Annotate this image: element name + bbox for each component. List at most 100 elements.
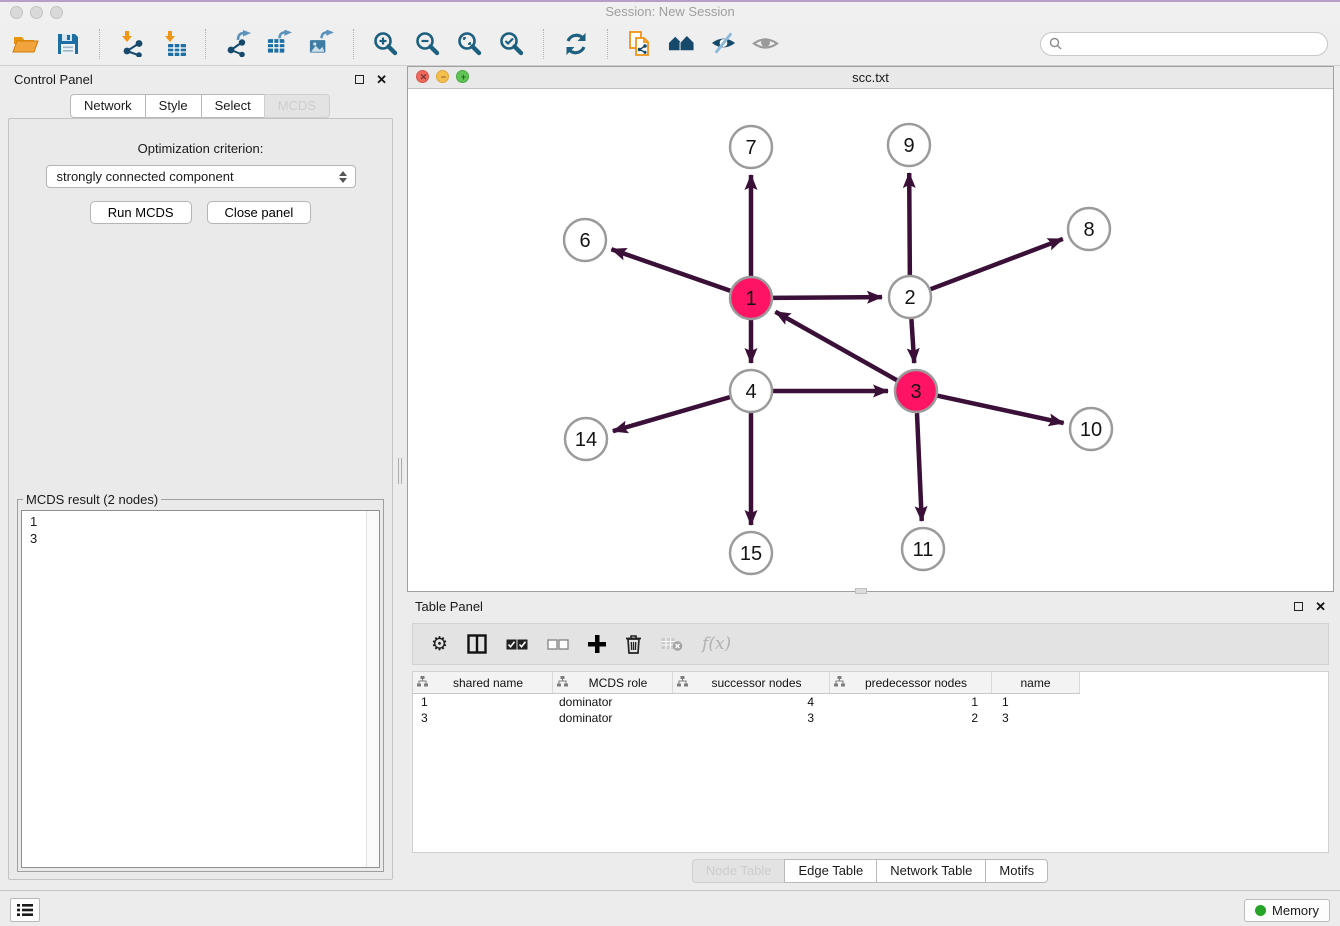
export-network-icon[interactable]	[224, 30, 251, 57]
graph-node-1[interactable]: 1	[730, 277, 772, 319]
graph-edge-3-1[interactable]	[775, 312, 896, 380]
delete-columns-icon[interactable]	[625, 631, 642, 657]
table-cell[interactable]: 1	[413, 695, 553, 709]
select-all-columns-icon[interactable]	[506, 631, 528, 657]
table-cell[interactable]: 3	[992, 711, 1080, 725]
window-close-button[interactable]	[10, 6, 23, 19]
window-minimize-button[interactable]	[30, 6, 43, 19]
horizontal-splitter-handle[interactable]	[855, 588, 867, 594]
table-cell[interactable]: 3	[673, 711, 830, 725]
table-options-icon[interactable]: ⚙	[431, 631, 448, 657]
column-header-name[interactable]: name	[992, 672, 1080, 693]
graph-node-label: 2	[904, 287, 915, 309]
select-stepper-icon	[339, 171, 347, 183]
column-header-shared-name[interactable]: shared name	[413, 672, 553, 693]
criterion-select[interactable]: strongly connected component	[46, 165, 356, 188]
column-header-successor-nodes[interactable]: successor nodes	[673, 672, 830, 693]
task-history-button[interactable]	[10, 898, 40, 922]
graph-edge-1-6[interactable]	[611, 249, 730, 291]
graph-edge-1-2[interactable]	[773, 297, 882, 298]
graph-edge-4-14[interactable]	[613, 397, 730, 431]
node-table[interactable]: shared name MCDS role successor nodes prede…	[412, 671, 1329, 853]
graph-node-8[interactable]: 8	[1068, 208, 1110, 250]
tab-network[interactable]: Network	[70, 94, 146, 118]
zoom-in-icon[interactable]	[372, 30, 399, 57]
column-label: successor nodes	[688, 676, 825, 690]
column-label: MCDS role	[568, 676, 668, 690]
graph-edge-3-10[interactable]	[937, 396, 1063, 423]
graph-edge-2-8[interactable]	[931, 239, 1063, 289]
float-table-panel-icon[interactable]	[1294, 602, 1303, 611]
result-scrollbar[interactable]	[366, 511, 379, 867]
tab-motifs[interactable]: Motifs	[985, 859, 1048, 883]
mcds-result-box[interactable]: 13	[21, 510, 380, 868]
window-zoom-button[interactable]	[50, 6, 63, 19]
table-cell[interactable]: 1	[992, 695, 1080, 709]
close-panel-icon[interactable]: ✕	[376, 73, 387, 86]
graph-edge-3-11[interactable]	[917, 413, 922, 521]
tab-network-table[interactable]: Network Table	[876, 859, 986, 883]
tab-mcds[interactable]: MCDS	[264, 94, 330, 118]
graph-node-6[interactable]: 6	[564, 219, 606, 261]
column-header-mcds-role[interactable]: MCDS role	[553, 672, 673, 693]
close-panel-button[interactable]: Close panel	[207, 201, 312, 224]
zoom-selected-icon[interactable]	[498, 30, 525, 57]
graph-node-2[interactable]: 2	[889, 276, 931, 318]
network-graph[interactable]: 7 9 6 8 1 2 4 3 14 10 15 11	[408, 89, 1333, 591]
status-bar: Memory	[0, 890, 1340, 926]
export-image-icon[interactable]	[308, 30, 335, 57]
graph-edge-2-9[interactable]	[909, 173, 910, 275]
run-mcds-button[interactable]: Run MCDS	[90, 201, 192, 224]
vertical-splitter-handle[interactable]	[398, 458, 402, 484]
table-cell[interactable]: 1	[830, 695, 992, 709]
network-maximize-button[interactable]: +	[456, 70, 469, 83]
table-cell[interactable]: 3	[413, 711, 553, 725]
tab-style[interactable]: Style	[145, 94, 202, 118]
search-input[interactable]	[1067, 34, 1327, 54]
table-cell[interactable]: dominator	[553, 695, 673, 709]
table-cell[interactable]: 4	[673, 695, 830, 709]
table-cell[interactable]: dominator	[553, 711, 673, 725]
network-canvas[interactable]: 7 9 6 8 1 2 4 3 14 10 15 11	[408, 89, 1333, 591]
hide-selected-icon[interactable]	[710, 30, 737, 57]
refresh-icon[interactable]	[562, 30, 589, 57]
tab-edge-table[interactable]: Edge Table	[784, 859, 877, 883]
zoom-out-icon[interactable]	[414, 30, 441, 57]
float-panel-icon[interactable]	[355, 75, 364, 84]
control-panel-tabs: NetworkStyleSelectMCDS	[6, 94, 395, 118]
export-table-icon[interactable]	[266, 30, 293, 57]
open-session-icon[interactable]	[12, 30, 39, 57]
graph-node-11[interactable]: 11	[902, 528, 944, 570]
graph-node-4[interactable]: 4	[730, 370, 772, 412]
graph-node-15[interactable]: 15	[730, 532, 772, 574]
show-all-icon[interactable]	[752, 30, 779, 57]
save-session-icon[interactable]	[54, 30, 81, 57]
search-box[interactable]	[1040, 32, 1328, 56]
column-header-predecessor-nodes[interactable]: predecessor nodes	[830, 672, 992, 693]
first-neighbors-icon[interactable]	[668, 30, 695, 57]
zoom-fit-icon[interactable]	[456, 30, 483, 57]
graph-node-14[interactable]: 14	[565, 418, 607, 460]
unselect-all-columns-icon[interactable]	[547, 631, 569, 657]
network-close-button[interactable]: ✕	[416, 70, 429, 83]
table-cell[interactable]: 2	[830, 711, 992, 725]
import-table-icon[interactable]	[160, 30, 187, 57]
table-row[interactable]: 3dominator323	[413, 710, 1328, 726]
table-row[interactable]: 1dominator411	[413, 694, 1328, 710]
close-table-panel-icon[interactable]: ✕	[1315, 600, 1326, 613]
tab-select[interactable]: Select	[201, 94, 265, 118]
memory-button[interactable]: Memory	[1244, 899, 1330, 922]
graph-edge-2-3[interactable]	[911, 319, 914, 363]
criterion-value: strongly connected component	[57, 169, 234, 184]
network-minimize-button[interactable]: −	[436, 70, 449, 83]
tab-node-table[interactable]: Node Table	[692, 859, 786, 883]
network-window-titlebar[interactable]: ✕ − + scc.txt	[408, 67, 1333, 89]
graph-node-3[interactable]: 3	[895, 370, 937, 412]
graph-node-9[interactable]: 9	[888, 124, 930, 166]
graph-node-10[interactable]: 10	[1070, 408, 1112, 450]
show-columns-icon[interactable]	[467, 631, 487, 657]
clone-network-icon[interactable]	[626, 30, 653, 57]
create-column-icon[interactable]	[588, 631, 606, 657]
import-network-icon[interactable]	[118, 30, 145, 57]
graph-node-7[interactable]: 7	[730, 126, 772, 168]
